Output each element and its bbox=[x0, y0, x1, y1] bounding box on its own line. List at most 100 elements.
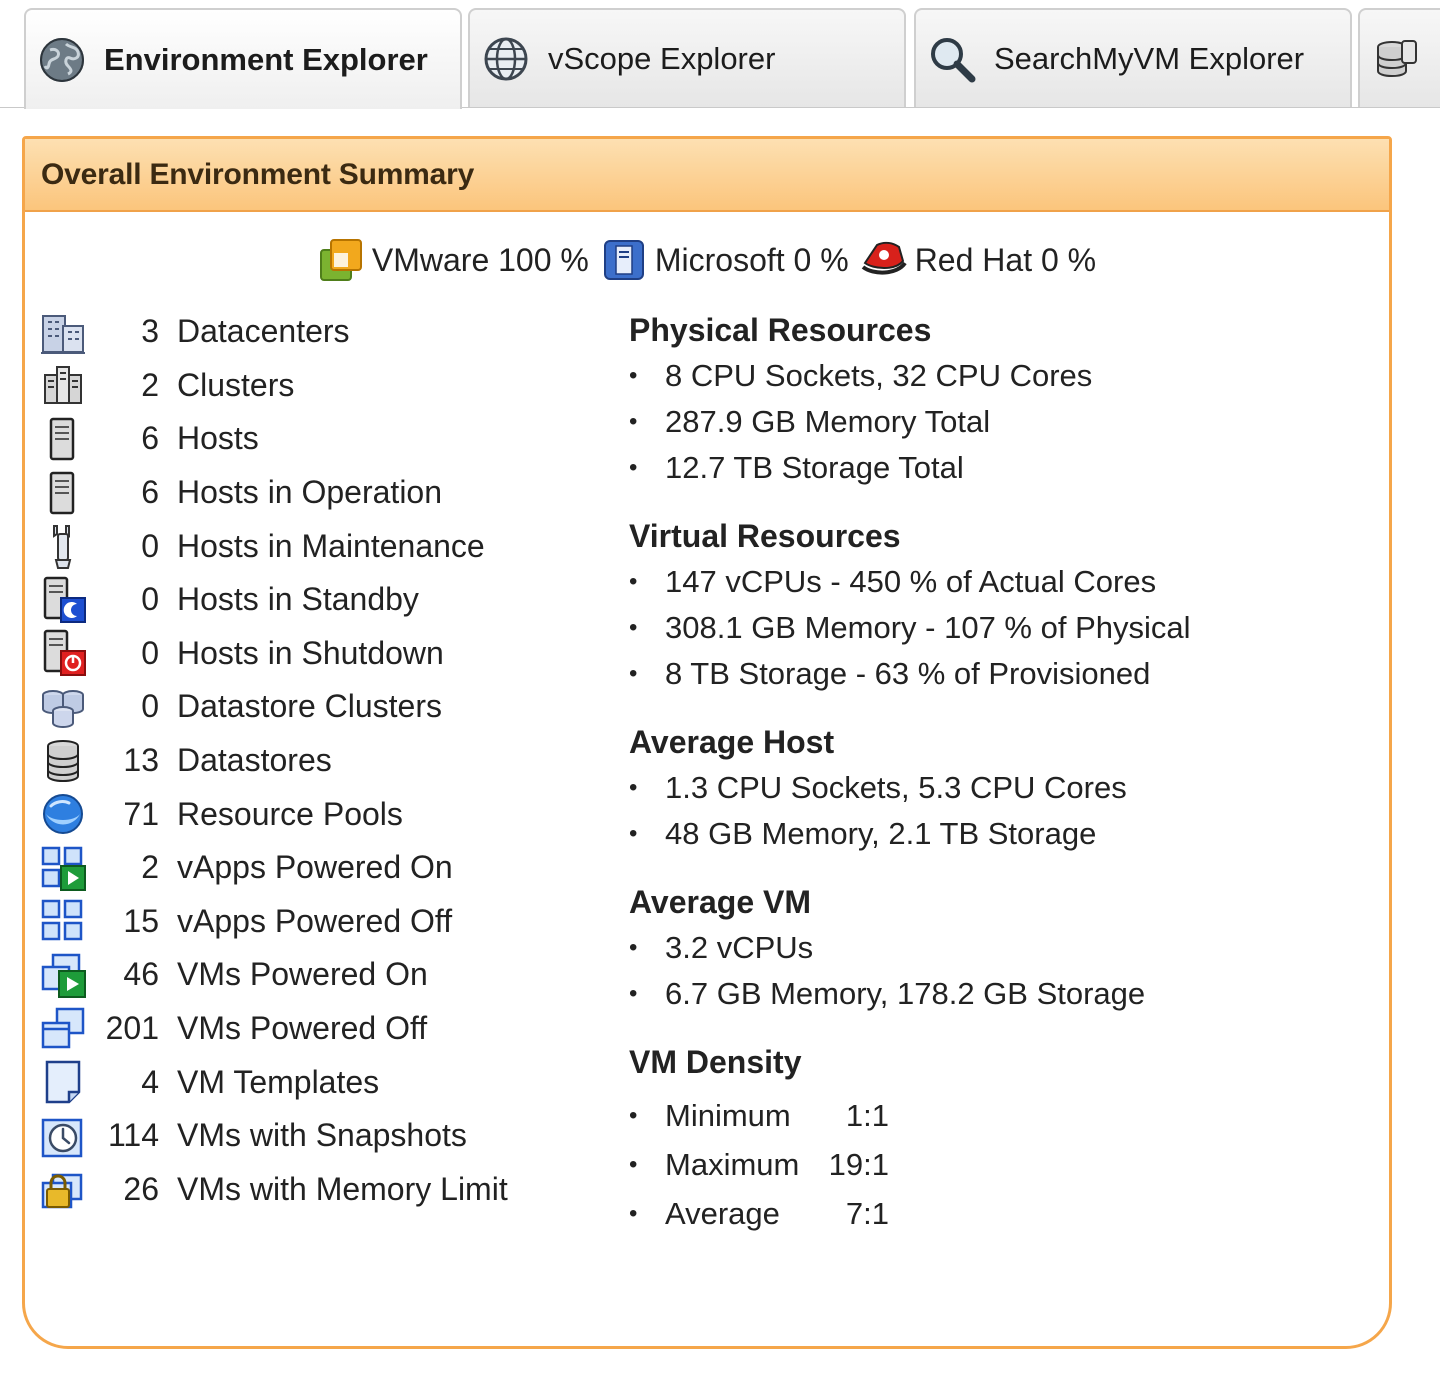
density-average: Average 7:1 bbox=[629, 1189, 1349, 1238]
count-value: 46 bbox=[123, 956, 159, 993]
tab-searchmyvm-explorer[interactable]: SearchMyVM Explorer bbox=[914, 8, 1352, 108]
vm-density-list: Minimum 1:1 Maximum 19:1 Average 7:1 bbox=[629, 1091, 1349, 1238]
tab-label: SearchMyVM Explorer bbox=[994, 41, 1305, 76]
list-item: 48 GB Memory, 2.1 TB Storage bbox=[629, 811, 1349, 857]
count-row-vms-with-snapshots[interactable]: 114 VMs with Snapshots bbox=[39, 1109, 619, 1163]
explorer-tab-strip: Environment Explorer vScope Explorer Sea… bbox=[0, 0, 1440, 109]
count-label: Datastores bbox=[177, 742, 332, 779]
count-label: vApps Powered On bbox=[177, 849, 453, 886]
average-vm-title: Average VM bbox=[629, 884, 811, 920]
count-value: 2 bbox=[141, 849, 159, 886]
count-row-vms-powered-off[interactable]: 201 VMs Powered Off bbox=[39, 1002, 619, 1056]
count-row-vm-templates[interactable]: 4 VM Templates bbox=[39, 1055, 619, 1109]
count-label: VMs with Memory Limit bbox=[177, 1170, 508, 1207]
list-item: 308.1 GB Memory - 107 % of Physical bbox=[629, 605, 1349, 651]
vm-off-icon bbox=[41, 1007, 85, 1048]
average-host-list: 1.3 CPU Sockets, 5.3 CPU Cores 48 GB Mem… bbox=[629, 765, 1349, 857]
count-row-hosts-in-maintenance[interactable]: 0 Hosts in Maintenance bbox=[39, 519, 619, 573]
list-item: 147 vCPUs - 450 % of Actual Cores bbox=[629, 559, 1349, 605]
globe-icon bbox=[484, 37, 528, 81]
memory-limit-icon bbox=[41, 1174, 83, 1209]
count-row-datacenters[interactable]: 3 Datacenters bbox=[39, 305, 619, 359]
tab-label: Environment Explorer bbox=[104, 41, 428, 77]
count-row-clusters[interactable]: 2 Clusters bbox=[39, 359, 619, 413]
list-item: 1.3 CPU Sockets, 5.3 CPU Cores bbox=[629, 765, 1349, 811]
count-label: VMs Powered On bbox=[177, 956, 428, 993]
list-item: 6.7 GB Memory, 178.2 GB Storage bbox=[629, 971, 1349, 1017]
count-label: Datacenters bbox=[177, 313, 350, 350]
count-value: 114 bbox=[107, 1117, 159, 1154]
list-item: 8 TB Storage - 63 % of Provisioned bbox=[629, 651, 1349, 697]
count-row-hosts-in-operation[interactable]: 6 Hosts in Operation bbox=[39, 466, 619, 520]
count-label: Hosts in Shutdown bbox=[177, 634, 444, 671]
count-row-vms-with-memory-limit[interactable]: 26 VMs with Memory Limit bbox=[39, 1163, 619, 1217]
count-value: 0 bbox=[141, 581, 159, 618]
count-value: 15 bbox=[123, 902, 159, 939]
list-item: 3.2 vCPUs bbox=[629, 925, 1349, 971]
count-label: Hosts in Maintenance bbox=[177, 527, 485, 564]
vapp-off-icon bbox=[41, 900, 83, 941]
count-value: 2 bbox=[141, 366, 159, 403]
list-item: 287.9 GB Memory Total bbox=[629, 399, 1349, 445]
density-label: Maximum bbox=[665, 1147, 800, 1182]
tab-environment-explorer[interactable]: Environment Explorer bbox=[24, 8, 462, 109]
count-row-vms-powered-on[interactable]: 46 VMs Powered On bbox=[39, 948, 619, 1002]
vm-density-title: VM Density bbox=[629, 1044, 802, 1080]
density-value: 1:1 bbox=[845, 1098, 889, 1133]
count-row-hosts[interactable]: 6 Hosts bbox=[39, 412, 619, 466]
count-row-datastores[interactable]: 13 Datastores bbox=[39, 734, 619, 788]
count-label: VMs with Snapshots bbox=[177, 1117, 467, 1154]
count-row-vapps-powered-on[interactable]: 2 vApps Powered On bbox=[39, 841, 619, 895]
microsoft-server-icon bbox=[603, 240, 644, 280]
inventory-counts: 3 Datacenters 2 Clusters 6 Hosts 6 Hosts… bbox=[39, 305, 619, 1216]
magnifier-icon bbox=[931, 38, 976, 83]
count-label: Clusters bbox=[177, 366, 295, 403]
count-label: VM Templates bbox=[177, 1063, 380, 1100]
count-value: 6 bbox=[141, 420, 159, 457]
average-host-title: Average Host bbox=[629, 724, 835, 760]
host-standby-icon bbox=[43, 576, 86, 623]
count-label: Resource Pools bbox=[177, 795, 403, 832]
tab-datastore-explorer[interactable] bbox=[1358, 8, 1440, 108]
count-row-vapps-powered-off[interactable]: 15 vApps Powered Off bbox=[39, 895, 619, 949]
count-value: 0 bbox=[141, 527, 159, 564]
panel-title: Overall Environment Summary bbox=[25, 139, 1389, 212]
vendor-label: Red Hat 0 % bbox=[914, 241, 1097, 278]
vendor-vmware: VMware 100 % bbox=[318, 237, 589, 283]
redhat-icon bbox=[861, 241, 907, 275]
count-row-hosts-in-standby[interactable]: 0 Hosts in Standby bbox=[39, 573, 619, 627]
count-value: 0 bbox=[141, 688, 159, 725]
virtual-resources-list: 147 vCPUs - 450 % of Actual Cores 308.1 … bbox=[629, 559, 1349, 697]
vapp-on-icon bbox=[41, 846, 86, 891]
density-label: Average bbox=[665, 1196, 780, 1231]
density-minimum: Minimum 1:1 bbox=[629, 1091, 1349, 1140]
vendor-redhat: Red Hat 0 % bbox=[861, 237, 1096, 283]
count-row-hosts-in-shutdown[interactable]: 0 Hosts in Shutdown bbox=[39, 627, 619, 681]
virtual-resources-title: Virtual Resources bbox=[629, 518, 901, 554]
count-label: vApps Powered Off bbox=[177, 902, 453, 939]
count-label: Hosts in Standby bbox=[177, 581, 419, 618]
density-label: Minimum bbox=[665, 1098, 791, 1133]
vm-on-icon bbox=[41, 953, 86, 998]
vendor-label: Microsoft 0 % bbox=[654, 241, 849, 278]
count-label: Hosts bbox=[177, 420, 259, 457]
count-value: 6 bbox=[141, 474, 159, 511]
count-row-resource-pools[interactable]: 71 Resource Pools bbox=[39, 787, 619, 841]
list-item: 8 CPU Sockets, 32 CPU Cores bbox=[629, 353, 1349, 399]
list-item: 12.7 TB Storage Total bbox=[629, 445, 1349, 491]
count-value: 201 bbox=[105, 1010, 159, 1047]
vm-template-icon bbox=[45, 1060, 81, 1104]
physical-resources-title: Physical Resources bbox=[629, 312, 932, 348]
wrench-icon bbox=[53, 525, 72, 570]
count-label: VMs Powered Off bbox=[177, 1010, 428, 1047]
datastore-icon bbox=[47, 739, 79, 782]
tab-vscope-explorer[interactable]: vScope Explorer bbox=[468, 8, 906, 108]
vendor-label: VMware 100 % bbox=[371, 241, 589, 278]
tab-label: vScope Explorer bbox=[548, 41, 776, 76]
count-row-datastore-clusters[interactable]: 0 Datastore Clusters bbox=[39, 680, 619, 734]
database-icon bbox=[1377, 40, 1417, 78]
resource-pool-icon bbox=[43, 794, 83, 835]
host-shutdown-icon bbox=[43, 630, 86, 677]
vendor-microsoft: Microsoft 0 % bbox=[601, 237, 849, 283]
count-label: Hosts in Operation bbox=[177, 474, 443, 511]
